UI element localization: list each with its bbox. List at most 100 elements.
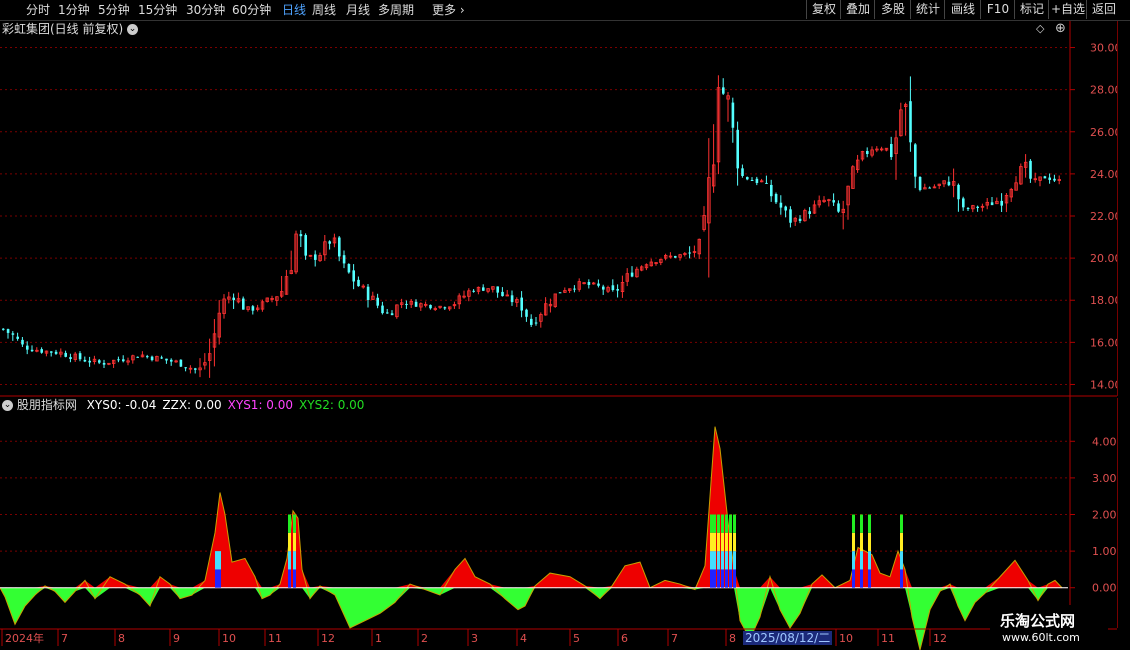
signal-segment bbox=[860, 569, 863, 588]
candle-body bbox=[890, 143, 893, 158]
signal-segment bbox=[729, 551, 732, 570]
side-strip-bottom bbox=[1117, 398, 1130, 628]
signal-segment bbox=[725, 514, 728, 533]
side-strip-top bbox=[1117, 21, 1130, 396]
candle-body bbox=[304, 235, 307, 256]
candle-body bbox=[630, 272, 634, 277]
signal-segment bbox=[721, 569, 724, 588]
candle-body bbox=[405, 303, 408, 305]
candle-body bbox=[117, 359, 120, 361]
signal-segment bbox=[710, 569, 713, 588]
signal-segment bbox=[868, 532, 871, 552]
candle-body bbox=[928, 187, 931, 189]
signal-segment bbox=[713, 514, 716, 533]
candle-body bbox=[299, 234, 303, 237]
candle-body bbox=[1053, 178, 1056, 181]
time-tick-label: 12 bbox=[933, 632, 947, 645]
indicator-header: ⌄ 股朋指标网 XYS0: -0.04 ZZX: 0.00 XYS1: 0.00 XY… bbox=[2, 398, 364, 412]
chevron-down-icon[interactable]: ⌄ bbox=[2, 400, 13, 411]
time-tick-label: 4 bbox=[520, 632, 527, 645]
time-tick-label: 3 bbox=[471, 632, 478, 645]
time-tick-label: 7 bbox=[61, 632, 68, 645]
time-tick-label: 11 bbox=[268, 632, 282, 645]
signal-segment bbox=[713, 551, 716, 570]
candle-body bbox=[611, 285, 615, 291]
candle-body bbox=[616, 289, 619, 291]
candle-body bbox=[525, 309, 528, 317]
time-tick-label: 1 bbox=[375, 632, 382, 645]
candle-body bbox=[26, 345, 29, 350]
candle-body bbox=[338, 237, 341, 257]
signal-segment bbox=[721, 514, 724, 533]
candle-body bbox=[482, 287, 485, 291]
date-cursor-text: 2025/08/12/二 bbox=[745, 631, 831, 645]
candle-body bbox=[386, 312, 389, 314]
candle-body bbox=[184, 367, 187, 369]
signal-segment bbox=[725, 569, 728, 588]
indicator-values: XYS0: -0.04 ZZX: 0.00 XYS1: 0.00 XYS2: 0.00 bbox=[81, 398, 365, 412]
candle-body bbox=[342, 255, 346, 264]
indicator-tick-label: 3.00 bbox=[1092, 472, 1117, 485]
candle-body bbox=[798, 218, 802, 221]
signal-segment bbox=[860, 532, 863, 552]
candle-body bbox=[736, 129, 739, 169]
signal-segment bbox=[710, 551, 713, 570]
candle-body bbox=[530, 318, 533, 325]
signal-segment bbox=[293, 551, 296, 570]
signal-segment bbox=[288, 514, 291, 533]
candle-body bbox=[837, 203, 840, 212]
time-tick-label: 5 bbox=[573, 632, 580, 645]
signal-segment bbox=[713, 569, 716, 588]
candle-body bbox=[779, 202, 783, 208]
signal-segment bbox=[900, 551, 903, 570]
time-tick-label: 2 bbox=[421, 632, 428, 645]
candle-body bbox=[587, 281, 591, 285]
signal-segment bbox=[860, 551, 863, 570]
candle-body bbox=[347, 264, 351, 273]
candle-body bbox=[98, 360, 101, 363]
signal-segment bbox=[729, 532, 732, 552]
signal-segment bbox=[729, 569, 732, 588]
time-tick-label: 10 bbox=[839, 632, 853, 645]
price-axis: 14.0016.0018.0020.0022.0024.0026.0028.00… bbox=[1070, 42, 1122, 391]
signal-segment bbox=[721, 532, 724, 552]
candle-body bbox=[741, 168, 744, 176]
indicator-value-2: XYS1: 0.00 bbox=[227, 398, 294, 412]
candle-body bbox=[1000, 200, 1003, 206]
candle-body bbox=[146, 356, 149, 358]
indicator-value-1: ZZX: 0.00 bbox=[162, 398, 222, 412]
indicator-tick-label: 2.00 bbox=[1092, 509, 1117, 522]
candle-body bbox=[962, 198, 965, 208]
time-tick-label: 8 bbox=[118, 632, 125, 645]
time-tick-label: 12 bbox=[321, 632, 335, 645]
signal-segment bbox=[725, 532, 728, 552]
signal-segment bbox=[868, 514, 871, 533]
candle-body bbox=[496, 286, 499, 293]
time-tick-label: 7 bbox=[671, 632, 678, 645]
signal-segment bbox=[710, 514, 713, 533]
candle-body bbox=[366, 286, 370, 301]
candle-body bbox=[774, 194, 778, 203]
signal-segment bbox=[852, 532, 855, 552]
candle-body bbox=[501, 291, 504, 297]
candle-body bbox=[40, 349, 43, 353]
indicator-tick-label: 1.00 bbox=[1092, 545, 1117, 558]
signal-segment bbox=[733, 569, 736, 588]
signal-segment bbox=[288, 551, 291, 570]
candle-body bbox=[808, 211, 811, 214]
candle-body bbox=[755, 178, 759, 183]
signal-segment bbox=[725, 551, 728, 570]
signal-segment bbox=[900, 514, 903, 533]
candle-body bbox=[472, 290, 475, 292]
candle-body bbox=[54, 351, 58, 354]
time-tick-label: 11 bbox=[881, 632, 895, 645]
candle-body bbox=[1048, 177, 1051, 180]
signal-segment bbox=[733, 551, 736, 570]
signal-segment bbox=[710, 532, 713, 552]
candle-body bbox=[770, 184, 773, 197]
candle-body bbox=[64, 352, 67, 357]
time-tick-label: 9 bbox=[173, 632, 180, 645]
time-tick-label: 2024年 bbox=[5, 631, 44, 645]
signal-segment bbox=[293, 532, 296, 552]
candle-body bbox=[918, 176, 922, 190]
